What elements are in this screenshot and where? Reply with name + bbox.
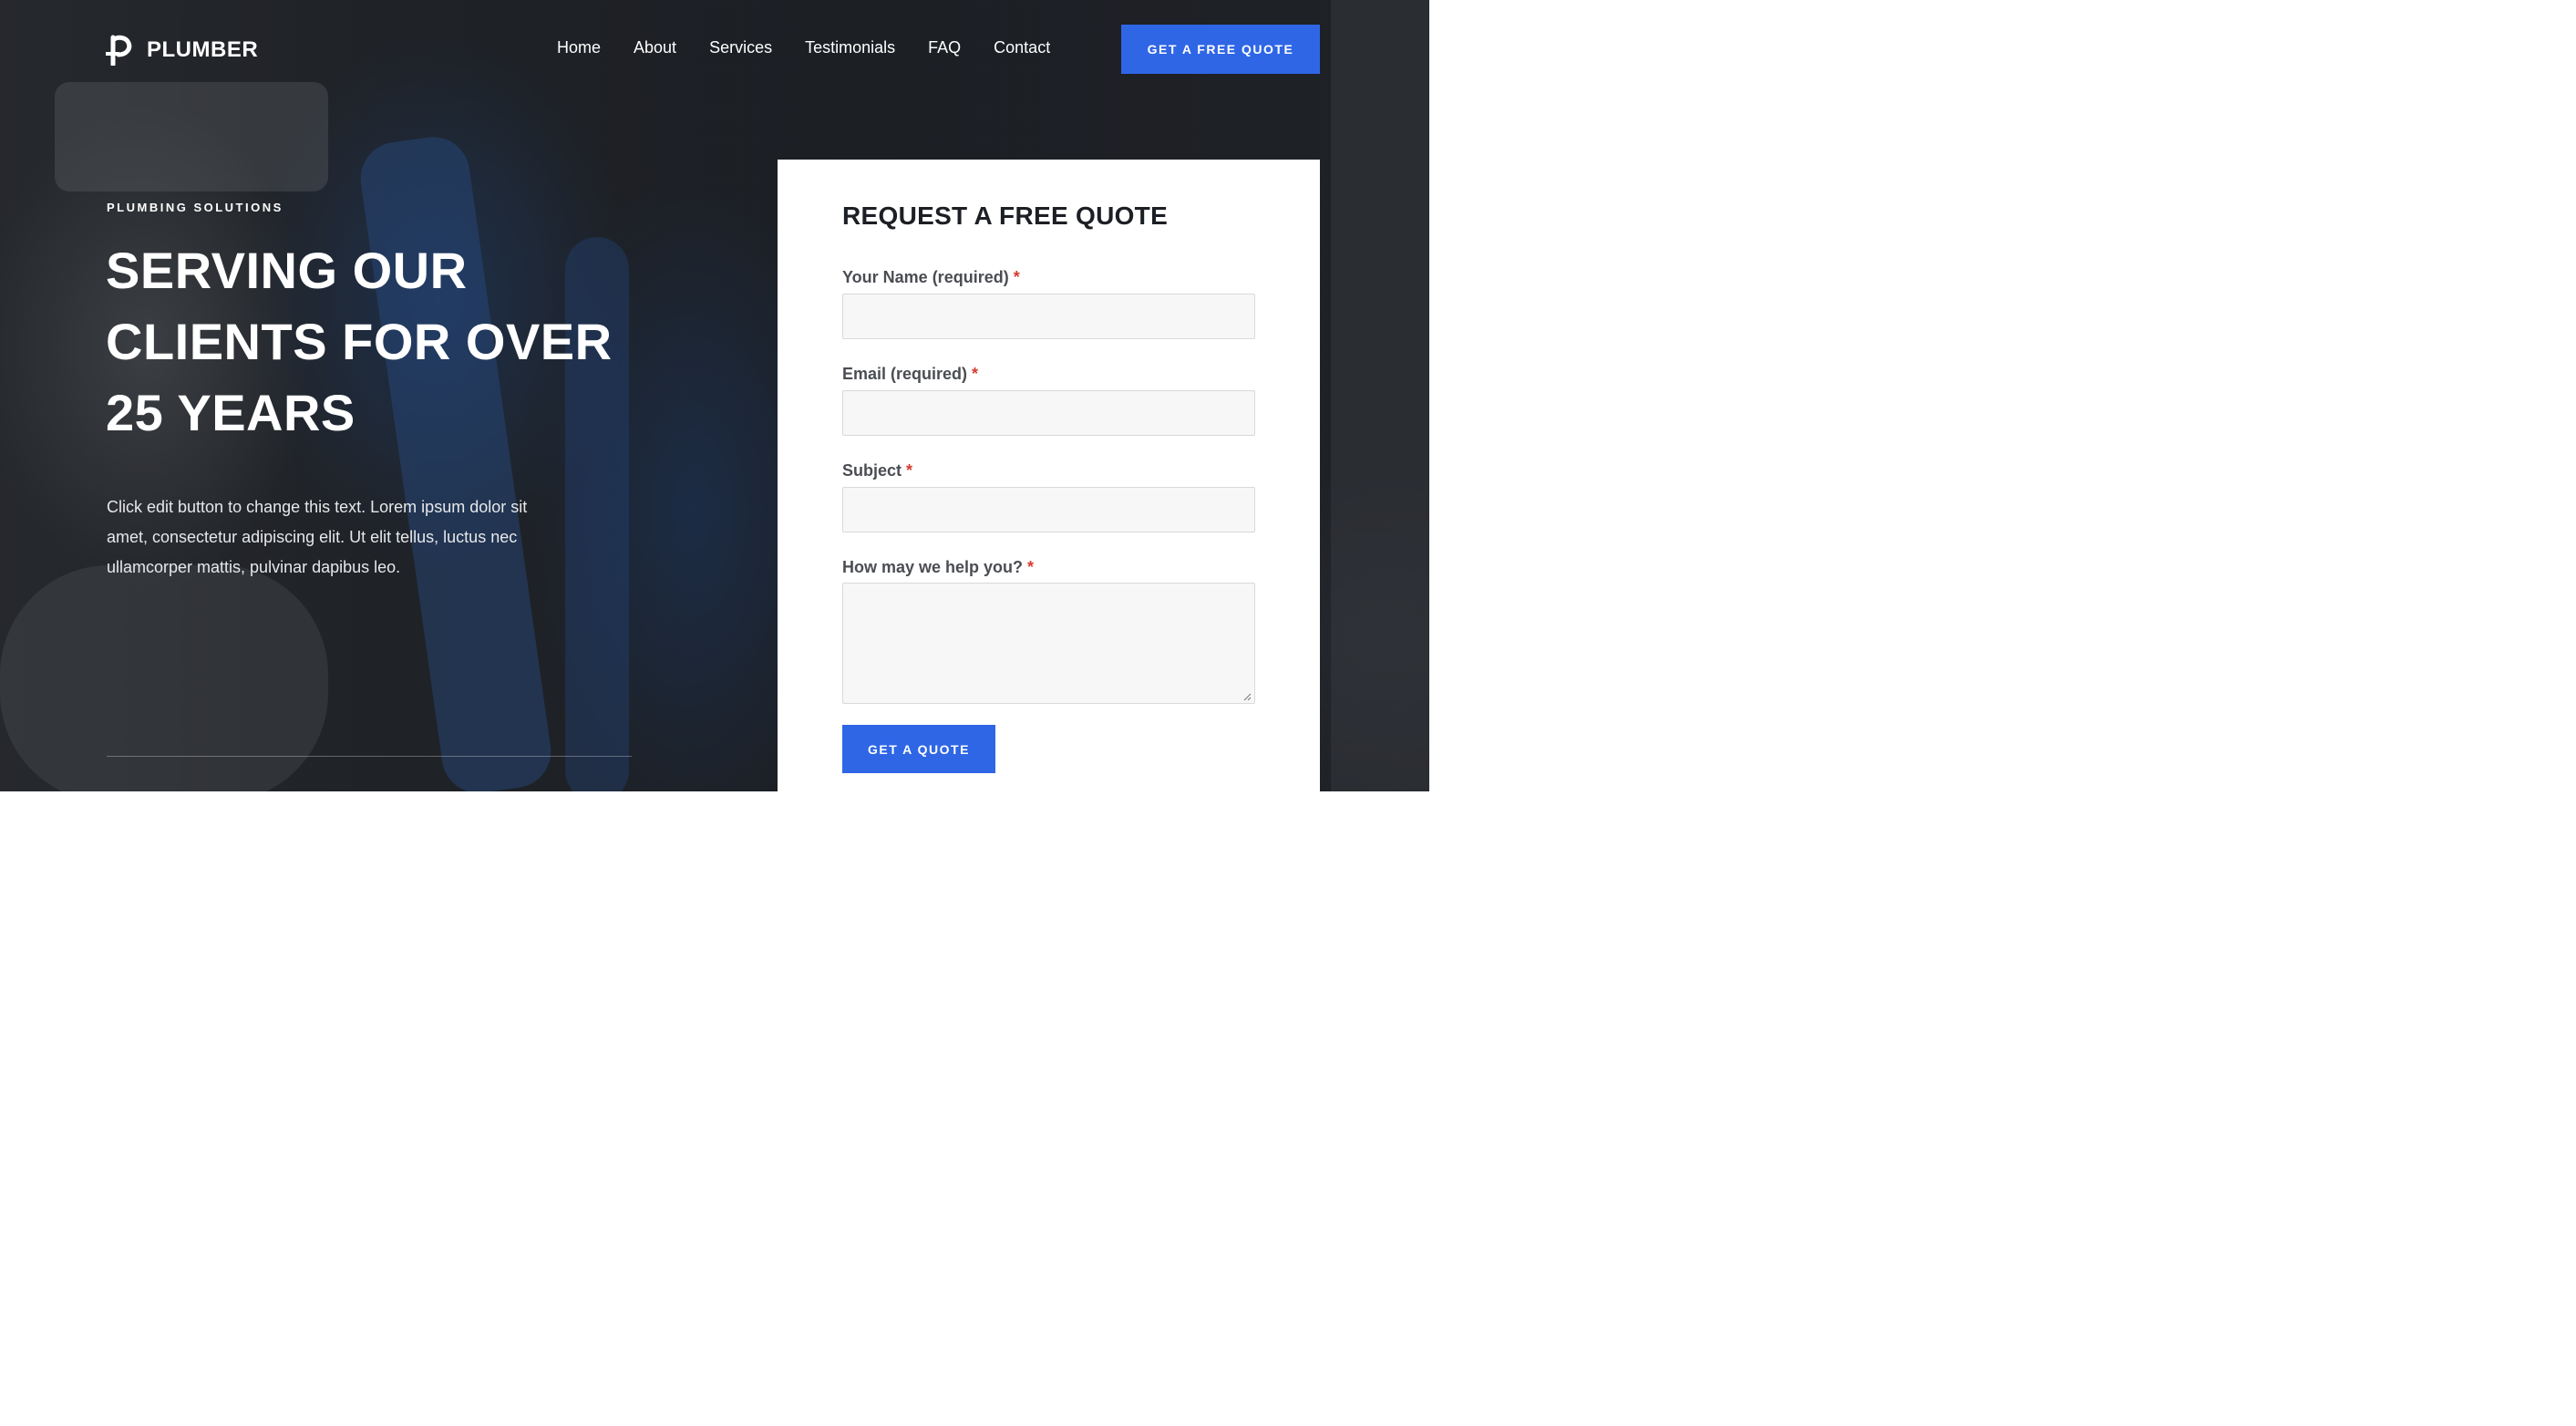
name-field[interactable] bbox=[842, 294, 1255, 339]
required-mark: * bbox=[1013, 268, 1020, 286]
pipe-shape bbox=[0, 565, 328, 791]
nav-item-contact[interactable]: Contact bbox=[994, 38, 1050, 57]
message-label-text: How may we help you? bbox=[842, 558, 1024, 576]
nav-item-services[interactable]: Services bbox=[709, 38, 772, 57]
subject-label-text: Subject bbox=[842, 461, 902, 480]
headline-line: 25 YEARS bbox=[106, 384, 355, 441]
headline-line: SERVING OUR bbox=[106, 242, 468, 299]
quote-form: REQUEST A FREE QUOTE Your Name (required… bbox=[778, 160, 1320, 791]
main-nav: Home About Services Testimonials FAQ Con… bbox=[557, 38, 1050, 57]
subject-field[interactable] bbox=[842, 487, 1255, 532]
pipe-shape bbox=[1331, 0, 1429, 791]
subject-label: Subject * bbox=[842, 461, 912, 480]
required-mark: * bbox=[1027, 558, 1035, 576]
resize-grip-icon[interactable] bbox=[1243, 693, 1252, 701]
email-label-text: Email (required) bbox=[842, 365, 968, 383]
name-label: Your Name (required) * bbox=[842, 268, 1020, 287]
nav-item-about[interactable]: About bbox=[634, 38, 676, 57]
section-divider bbox=[107, 756, 632, 757]
required-mark: * bbox=[906, 461, 913, 480]
nav-item-faq[interactable]: FAQ bbox=[928, 38, 961, 57]
get-a-quote-button[interactable]: GET A QUOTE bbox=[842, 725, 995, 773]
email-label: Email (required) * bbox=[842, 365, 978, 384]
description-line: amet, consectetur adipiscing elit. Ut el… bbox=[107, 528, 518, 546]
hero-section: PLUMBER Home About Services Testimonials… bbox=[0, 0, 1429, 791]
form-title: REQUEST A FREE QUOTE bbox=[842, 202, 1169, 230]
brand-logo[interactable]: PLUMBER bbox=[106, 35, 258, 66]
email-field[interactable] bbox=[842, 390, 1255, 436]
name-label-text: Your Name (required) bbox=[842, 268, 1009, 286]
nav-item-home[interactable]: Home bbox=[557, 38, 601, 57]
brand-name: PLUMBER bbox=[147, 37, 259, 62]
message-textarea[interactable] bbox=[842, 583, 1255, 704]
required-mark: * bbox=[972, 365, 979, 383]
pipe-p-logo-icon bbox=[106, 35, 132, 66]
pipe-shape bbox=[55, 82, 328, 191]
hero-headline: SERVING OUR CLIENTS FOR OVER 25 YEARS bbox=[106, 235, 671, 449]
pipe-shape bbox=[355, 132, 556, 791]
description-line: ullamcorper mattis, pulvinar dapibus leo… bbox=[107, 558, 401, 576]
hero-description: Click edit button to change this text. L… bbox=[107, 492, 617, 583]
hero-eyebrow: PLUMBING SOLUTIONS bbox=[107, 201, 283, 214]
description-line: Click edit button to change this text. L… bbox=[107, 498, 528, 516]
message-label: How may we help you? * bbox=[842, 558, 1034, 577]
nav-item-testimonials[interactable]: Testimonials bbox=[805, 38, 895, 57]
get-free-quote-button[interactable]: GET A FREE QUOTE bbox=[1121, 25, 1320, 74]
headline-line: CLIENTS FOR OVER bbox=[106, 313, 613, 370]
